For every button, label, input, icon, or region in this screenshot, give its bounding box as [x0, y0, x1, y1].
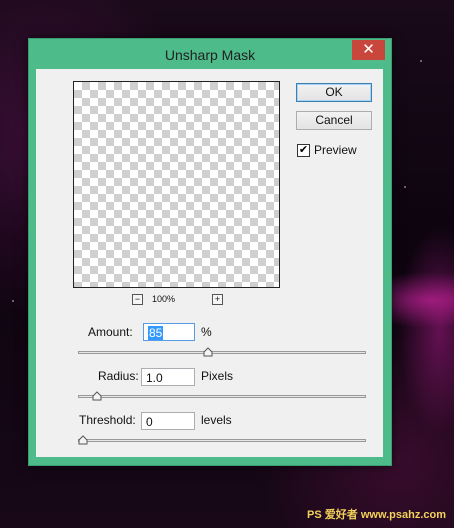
amount-label: Amount:	[88, 325, 133, 339]
cancel-button[interactable]: Cancel	[296, 111, 372, 130]
radius-label: Radius:	[98, 369, 139, 383]
ok-button[interactable]: OK	[296, 83, 372, 102]
star-dot	[12, 300, 14, 302]
amount-value: 85	[148, 326, 164, 340]
amount-slider-track[interactable]	[78, 351, 366, 354]
threshold-slider-track[interactable]	[78, 439, 366, 442]
preview-checkbox[interactable]: ✔ Preview	[297, 143, 357, 157]
amount-slider-thumb[interactable]	[203, 347, 213, 357]
preview-canvas[interactable]	[73, 81, 280, 288]
unsharp-mask-dialog: Unsharp Mask ✕ − 100% + OK Cancel ✔ Prev…	[28, 38, 392, 466]
dialog-title: Unsharp Mask	[164, 47, 256, 63]
checkmark-icon[interactable]: ✔	[297, 143, 310, 157]
preview-label: Preview	[314, 143, 357, 157]
star-dot	[404, 186, 406, 188]
threshold-label: Threshold:	[79, 413, 136, 427]
amount-input[interactable]: 85	[143, 323, 195, 341]
threshold-input[interactable]: 0	[141, 412, 195, 430]
zoom-in-button[interactable]: +	[212, 294, 223, 305]
radius-slider-track[interactable]	[78, 395, 366, 398]
close-button[interactable]: ✕	[352, 40, 385, 60]
threshold-unit: levels	[201, 413, 232, 427]
radius-unit: Pixels	[201, 369, 234, 383]
star-dot	[420, 60, 422, 62]
radius-slider-thumb[interactable]	[92, 391, 102, 401]
amount-unit: %	[201, 325, 212, 339]
threshold-slider-thumb[interactable]	[78, 435, 88, 445]
title-bar[interactable]: Unsharp Mask ✕	[29, 39, 391, 71]
zoom-level: 100%	[152, 294, 176, 304]
zoom-out-button[interactable]: −	[132, 294, 143, 305]
watermark: PS 爱好者 www.psahz.com	[307, 509, 446, 521]
radius-input[interactable]: 1.0	[141, 368, 195, 386]
dialog-body: − 100% + OK Cancel ✔ Preview Amount: 85 …	[36, 69, 383, 457]
